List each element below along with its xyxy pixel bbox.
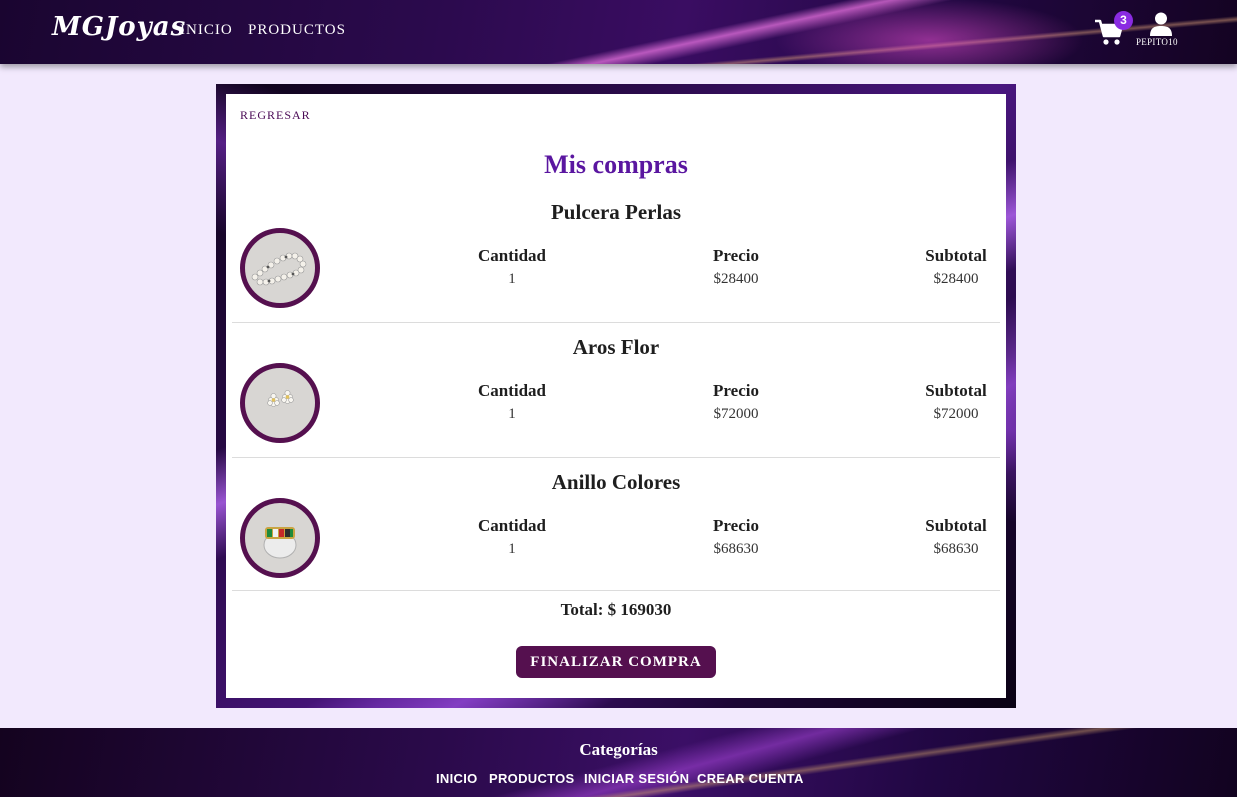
product-image-bracelet — [240, 228, 320, 308]
quantity-header: Cantidad — [477, 516, 547, 535]
cart-count-badge: 3 — [1114, 11, 1133, 30]
subtotal-header: Subtotal — [925, 246, 987, 265]
subtotal-value: $72000 — [933, 406, 979, 422]
purchases-frame: REGRESAR Mis compras Pulcera Perlas Cant… — [216, 84, 1016, 708]
purchases-card: REGRESAR Mis compras Pulcera Perlas Cant… — [226, 94, 1006, 698]
order-total: Total: $ 169030 — [560, 600, 672, 619]
subtotal-header: Subtotal — [925, 381, 987, 400]
page-title: Mis compras — [544, 150, 688, 179]
subtotal-value: $28400 — [933, 271, 979, 287]
purchase-item: Pulcera Perlas Cantidad 1 Precio $28400 … — [232, 188, 1000, 323]
top-navbar: MGJoyas INICIO PRODUCTOS 3 PEPITO10 — [0, 0, 1237, 64]
price-header: Precio — [713, 516, 759, 535]
footer-link-productos[interactable]: PRODUCTOS — [489, 771, 575, 786]
footer-link-iniciar-sesion[interactable]: INICIAR SESIÓN — [584, 771, 689, 786]
price-value: $28400 — [713, 271, 759, 287]
nav-link-inicio[interactable]: INICIO — [180, 22, 233, 39]
subtotal-value: $68630 — [933, 541, 979, 557]
price-value: $72000 — [713, 406, 759, 422]
price-header: Precio — [713, 246, 759, 265]
price-value: $68630 — [713, 541, 759, 557]
quantity-header: Cantidad — [477, 381, 547, 400]
item-name: Aros Flor — [572, 335, 660, 359]
item-name: Anillo Colores — [551, 470, 681, 494]
purchase-item: Aros Flor Cantidad 1 Precio $72000 Subto… — [232, 323, 1000, 458]
quantity-value: 1 — [508, 271, 516, 287]
subtotal-header: Subtotal — [925, 516, 987, 535]
footer: Categorías INICIO PRODUCTOS INICIAR SESI… — [0, 728, 1237, 797]
brand-logo[interactable]: MGJoyas — [52, 12, 186, 42]
footer-link-inicio[interactable]: INICIO — [436, 771, 478, 786]
product-image-earrings — [240, 363, 320, 443]
user-icon[interactable] — [1150, 12, 1172, 36]
footer-categories-title: Categorías — [579, 740, 658, 759]
finalize-purchase-button[interactable]: FINALIZAR COMPRA — [516, 646, 716, 678]
nav-link-productos[interactable]: PRODUCTOS — [248, 22, 346, 39]
item-name: Pulcera Perlas — [550, 200, 682, 224]
quantity-header: Cantidad — [477, 246, 547, 265]
quantity-value: 1 — [508, 406, 516, 422]
username-label[interactable]: PEPITO10 — [1136, 37, 1178, 47]
product-image-ring — [240, 498, 320, 578]
back-link[interactable]: REGRESAR — [240, 108, 311, 123]
footer-link-crear-cuenta[interactable]: CREAR CUENTA — [697, 771, 804, 786]
quantity-value: 1 — [508, 541, 516, 557]
price-header: Precio — [713, 381, 759, 400]
purchase-item: Anillo Colores Cantidad 1 Precio $68630 … — [232, 458, 1000, 591]
